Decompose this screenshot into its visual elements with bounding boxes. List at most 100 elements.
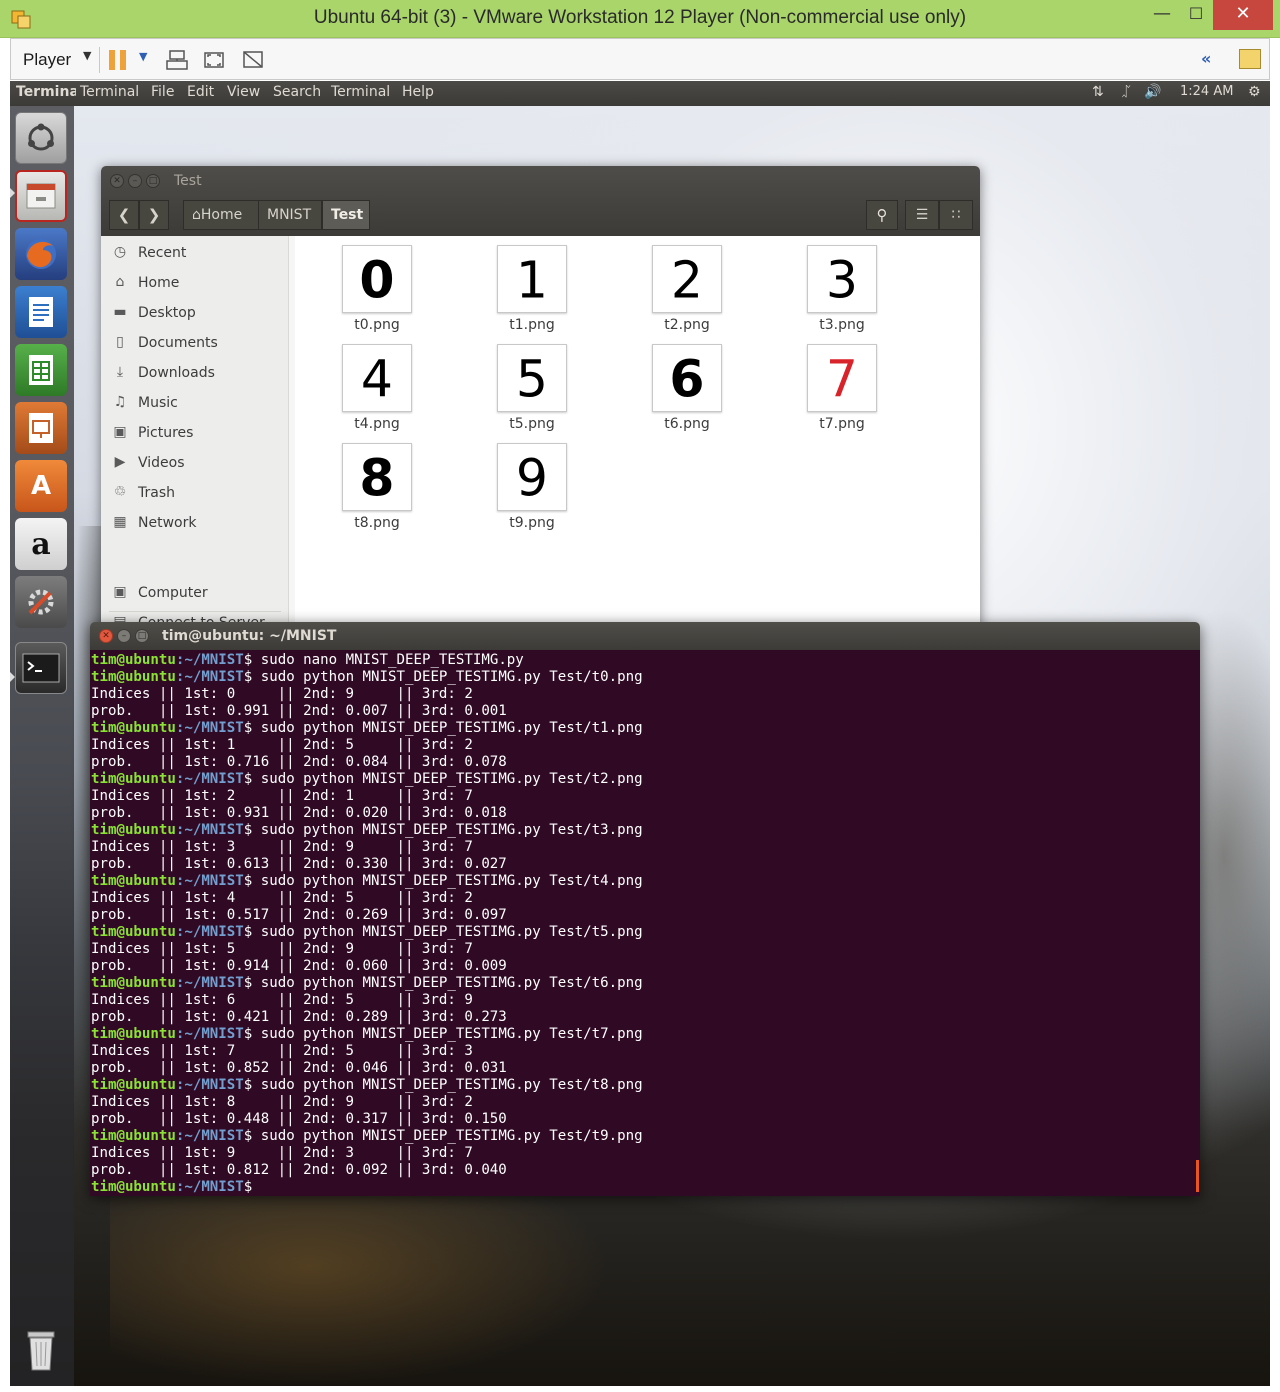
sidebar-item-documents[interactable]: ▯ Documents [101,330,289,358]
menu-file[interactable]: File [151,84,174,100]
sidebar-item-label: Computer [138,585,208,601]
maximize-button[interactable]: ☐ [1179,0,1213,30]
file-item[interactable]: 5 t5.png [471,344,591,436]
terminal-output-line: prob. || 1st: 0.421 || 2nd: 0.289 || 3rd… [91,1009,507,1025]
prompt-path: :~/MNIST [175,669,244,685]
menu-search[interactable]: Search [273,84,321,100]
network-updown-icon[interactable]: ⇅ [1092,84,1104,100]
prompt-symbol: $ [243,652,253,668]
sidebar-item-label: Downloads [138,365,215,381]
scrollbar[interactable] [1196,1160,1199,1192]
fullscreen-icon[interactable] [202,48,226,72]
prompt-path: :~/MNIST [175,1077,244,1093]
sidebar-item-label: Videos [138,455,185,471]
software-center-icon[interactable]: A [15,460,67,512]
firefox-icon[interactable] [15,228,67,280]
file-item[interactable]: 8 t8.png [316,443,436,535]
close-button[interactable]: ✕ [110,174,124,188]
command-text: sudo python MNIST_DEEP_TESTIMG.py Test/t… [252,975,643,991]
bluetooth-icon[interactable]: ᛢ [1122,84,1130,100]
amazon-icon[interactable]: a [15,518,67,570]
file-item[interactable]: 1 t1.png [471,245,591,337]
camera-icon: ▣ [113,424,127,440]
system-settings-icon[interactable] [15,576,67,628]
sidebar-item-videos[interactable]: ▶ Videos [101,450,289,478]
volume-icon[interactable]: 🔊 [1144,84,1161,100]
grid-icon: ∷ [951,207,961,223]
menu-help[interactable]: Help [402,84,434,100]
forward-button[interactable]: ❯ [139,200,169,230]
trash-icon[interactable] [15,1324,67,1376]
ubuntu-dash-icon[interactable] [15,112,67,164]
chevron-left-double-icon[interactable]: « [1201,49,1211,68]
terminal-icon[interactable] [15,642,67,694]
sidebar-item-desktop[interactable]: ▬ Desktop [101,300,289,328]
file-item[interactable]: 9 t9.png [471,443,591,535]
file-item[interactable]: 3 t3.png [781,245,901,337]
close-button[interactable]: ✕ [1213,0,1273,30]
search-button[interactable]: ⚲ [866,200,898,230]
minimize-button[interactable]: — [1145,0,1179,30]
sidebar-item-computer[interactable]: ▣ Computer [101,580,289,608]
maximize-button[interactable]: □ [146,174,160,188]
menu-terminal[interactable]: Terminal [331,84,390,100]
file-item[interactable]: 2 t2.png [626,245,746,337]
back-button[interactable]: ❮ [109,200,139,230]
grid-view-button[interactable]: ∷ [939,200,973,230]
list-view-button[interactable]: ☰ [905,200,939,230]
impress-icon[interactable] [15,402,67,454]
terminal-output-line: prob. || 1st: 0.812 || 2nd: 0.092 || 3rd… [91,1162,507,1178]
image-thumbnail: 5 [497,344,567,412]
gear-icon[interactable]: ⚙ [1248,84,1261,100]
breadcrumb-label: Home [200,207,243,223]
sidebar-item-downloads[interactable]: ⤓ Downloads [101,360,289,388]
prompt-symbol: $ [243,669,253,685]
file-item[interactable]: 0 t0.png [316,245,436,337]
terminal-output[interactable]: tim@ubuntu:~/MNIST$ sudo nano MNIST_DEEP… [90,650,1200,1196]
file-item[interactable]: 4 t4.png [316,344,436,436]
minimize-button[interactable]: – [117,629,131,643]
window-title: Ubuntu 64-bit (3) - VMware Workstation 1… [313,7,967,28]
terminal-output-line: prob. || 1st: 0.517 || 2nd: 0.269 || 3rd… [91,907,507,923]
menu-edit[interactable]: Edit [187,84,214,100]
command-text: sudo python MNIST_DEEP_TESTIMG.py Test/t… [252,669,643,685]
file-item[interactable]: 6 t6.png [626,344,746,436]
sidebar-item-home[interactable]: ⌂ Home [101,270,289,298]
files-icon[interactable] [15,170,67,222]
breadcrumb-home[interactable]: ⌂Home [183,200,259,230]
maximize-button[interactable]: □ [135,629,149,643]
computer-icon: ▣ [113,584,127,600]
menu-terminal-app[interactable]: Terminal [80,84,139,100]
player-menu-button[interactable]: Player [23,50,71,70]
breadcrumb-mnist[interactable]: MNIST [258,200,322,230]
window-title: Test [174,173,202,189]
unity-mode-icon[interactable] [241,48,265,72]
writer-icon[interactable] [15,286,67,338]
clock[interactable]: 1:24 AM [1180,84,1233,99]
terminal-prompt-line: tim@ubuntu:~/MNIST$ sudo python MNIST_DE… [91,669,1200,686]
terminal-prompt-line: tim@ubuntu:~/MNIST$ sudo python MNIST_DE… [91,771,1200,788]
sidebar-item-trash[interactable]: ♲ Trash [101,480,289,508]
chevron-down-icon[interactable]: ▼ [139,50,147,63]
prompt-user: tim@ubuntu [91,720,176,736]
sidebar-item-recent[interactable]: ◷ Recent [101,240,289,268]
file-name: t3.png [819,317,865,333]
send-ctrl-alt-del-icon[interactable] [165,48,189,72]
file-item[interactable]: 7 t7.png [781,344,901,436]
chevron-down-icon[interactable]: ▼ [83,49,91,62]
pause-button[interactable] [109,50,127,70]
sidebar-item-pictures[interactable]: ▣ Pictures [101,420,289,448]
message-log-icon[interactable] [1239,49,1261,69]
prompt-path: :~/MNIST [175,652,244,668]
breadcrumb-test[interactable]: Test [322,200,370,230]
menu-view[interactable]: View [227,84,260,100]
file-name: t2.png [664,317,710,333]
sidebar-item-network[interactable]: ▦ Network [101,510,289,538]
calc-icon[interactable] [15,344,67,396]
file-name: t4.png [354,416,400,432]
search-icon: ⚲ [876,206,888,224]
prompt-user: tim@ubuntu [91,822,176,838]
close-button[interactable]: ✕ [99,629,113,643]
minimize-button[interactable]: – [128,174,142,188]
sidebar-item-music[interactable]: ♫ Music [101,390,289,418]
